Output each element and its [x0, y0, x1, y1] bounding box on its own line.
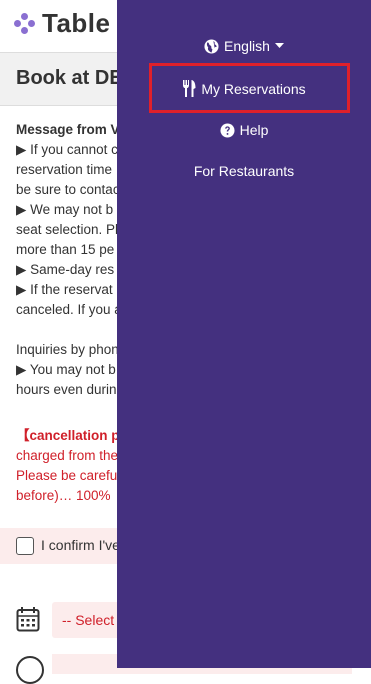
globe-icon — [204, 38, 219, 54]
question-circle-icon — [220, 122, 235, 138]
calendar-icon — [16, 607, 40, 632]
logo[interactable]: Table — [14, 8, 110, 39]
confirm-checkbox[interactable] — [16, 537, 34, 555]
logo-icon — [14, 12, 36, 35]
confirm-label: I confirm I've — [41, 537, 120, 553]
help-link[interactable]: Help — [117, 122, 371, 141]
highlight-box — [149, 63, 350, 113]
language-selector[interactable]: English — [117, 38, 371, 57]
help-label: Help — [239, 122, 269, 138]
for-restaurants-link[interactable]: For Restaurants — [117, 163, 371, 179]
for-restaurants-label: For Restaurants — [193, 163, 295, 179]
logo-text: Table — [42, 8, 111, 38]
caret-down-icon — [274, 43, 284, 48]
booking-title: Book at DE — [16, 67, 123, 89]
time-icon — [16, 656, 44, 684]
language-label: English — [224, 38, 270, 54]
